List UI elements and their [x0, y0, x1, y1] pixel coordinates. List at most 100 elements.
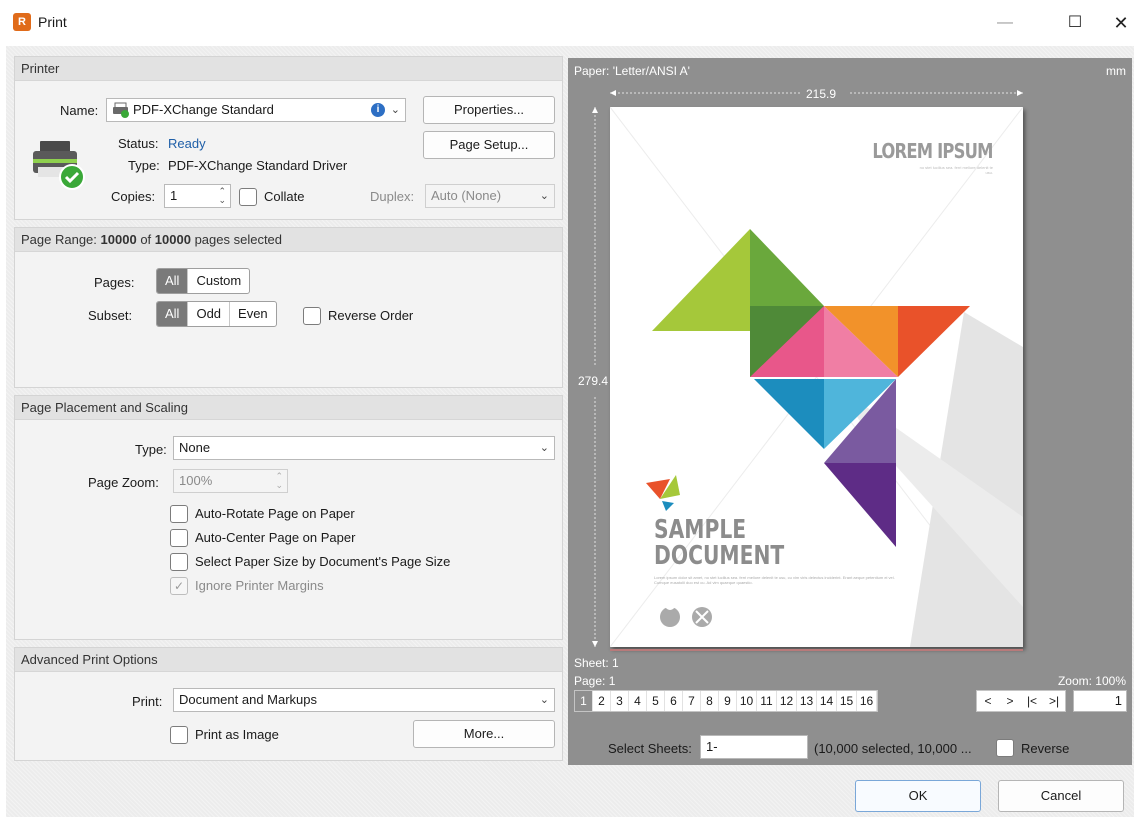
subset-segmented: All Odd Even	[156, 301, 277, 327]
reverse-sheets-label: Reverse	[1021, 741, 1070, 756]
sheet-tab[interactable]: 1	[575, 691, 593, 711]
next-sheet-button[interactable]: >	[999, 691, 1021, 711]
sheet-tab[interactable]: 15	[837, 691, 857, 711]
advanced-header: Advanced Print Options	[15, 648, 562, 672]
printer-name-value: PDF-XChange Standard	[133, 102, 274, 117]
printer-name-select[interactable]: PDF-XChange Standard i ⌄	[106, 98, 406, 122]
close-button[interactable]: ✕	[1098, 8, 1140, 38]
properties-button[interactable]: Properties...	[423, 96, 555, 124]
auto-center-checkbox[interactable]	[170, 529, 188, 547]
prev-sheet-button[interactable]: <	[977, 691, 999, 711]
select-sheets-input[interactable]: 1-	[700, 735, 808, 759]
app-icon: R	[13, 13, 31, 31]
sheet-tab[interactable]: 12	[777, 691, 797, 711]
first-sheet-button[interactable]: |<	[1021, 691, 1043, 711]
select-paper-size-label: Select Paper Size by Document's Page Siz…	[195, 554, 451, 569]
placement-type-value: None	[179, 440, 211, 455]
sheet-tab[interactable]: 5	[647, 691, 665, 711]
sheet-tab[interactable]: 11	[757, 691, 777, 711]
subset-odd-button[interactable]: Odd	[188, 302, 231, 326]
auto-rotate-label: Auto-Rotate Page on Paper	[195, 506, 355, 521]
paper-size-label: Paper: 'Letter/ANSI A'	[574, 64, 690, 78]
sheet-tab[interactable]: 10	[737, 691, 757, 711]
doc-body-text: Lorem ipsum dolor sit amet, no stet luci…	[654, 575, 895, 585]
printer-info-icon[interactable]: i	[371, 103, 385, 117]
print-as-image-label: Print as Image	[195, 727, 279, 742]
reverse-order-checkbox[interactable]	[303, 307, 321, 325]
print-as-image-checkbox[interactable]	[170, 726, 188, 744]
chevron-down-icon: ⌄	[390, 104, 400, 116]
more-button[interactable]: More...	[413, 720, 555, 748]
sheet-tab[interactable]: 4	[629, 691, 647, 711]
doc-header-title: LOREM IPSUM	[872, 139, 994, 163]
sheet-tab[interactable]: 8	[701, 691, 719, 711]
last-sheet-button[interactable]: >|	[1043, 691, 1065, 711]
spin-updown-icon[interactable]: ⌃ ⌄	[275, 472, 283, 490]
printer-icon	[33, 141, 85, 190]
printer-panel: Printer Name: PDF-XChange Standard i ⌄ P…	[14, 56, 563, 220]
duplex-value: Auto (None)	[431, 188, 502, 203]
select-sheets-value: 1-	[706, 739, 718, 754]
selected-sheets-info: (10,000 selected, 10,000 ...	[814, 741, 972, 756]
subset-label: Subset:	[88, 308, 133, 323]
title-bar: R Print — ☐ ✕	[0, 0, 1140, 46]
page-range-selected: 10000	[100, 232, 137, 247]
printer-name-label: Name:	[60, 103, 99, 118]
sheet-number-input[interactable]: 1	[1073, 690, 1127, 712]
sheet-tab[interactable]: 7	[683, 691, 701, 711]
doc-header-sub: no stet lucilius sea. ferri meliore dele…	[919, 165, 993, 175]
auto-rotate-checkbox[interactable]	[170, 505, 188, 523]
reverse-order-label: Reverse Order	[328, 308, 414, 323]
chevron-down-icon: ⌄	[539, 442, 549, 454]
sheet-thumbnails: 1 2 3 4 5 6 7 8 9 10 11 12 13 14 15 16	[574, 690, 878, 712]
sheet-tab[interactable]: 6	[665, 691, 683, 711]
select-paper-size-checkbox[interactable]	[170, 553, 188, 571]
collate-label: Collate	[264, 189, 305, 204]
maximize-button[interactable]: ☐	[1052, 8, 1098, 38]
type-label: Type:	[128, 158, 160, 173]
spin-updown-icon[interactable]: ⌃ ⌄	[218, 187, 226, 205]
subset-even-button[interactable]: Even	[230, 302, 276, 326]
zoom-info: Zoom: 100%	[1057, 674, 1126, 688]
auto-center-label: Auto-Center Page on Paper	[195, 530, 356, 545]
page-info: Page: 1	[574, 674, 616, 688]
printer-panel-header: Printer	[15, 57, 562, 81]
page-range-prefix: Page Range:	[21, 232, 97, 247]
reverse-sheets-checkbox[interactable]	[996, 739, 1014, 757]
collate-checkbox[interactable]	[239, 188, 257, 206]
sheet-tab[interactable]: 14	[817, 691, 837, 711]
print-content-select[interactable]: Document and Markups ⌄	[173, 688, 555, 712]
paper-preview: LOREM IPSUM no stet lucilius sea. ferri …	[610, 107, 1023, 647]
sheet-tab[interactable]: 2	[593, 691, 611, 711]
sheet-tab[interactable]: 3	[611, 691, 629, 711]
pages-label: Pages:	[94, 275, 135, 290]
copies-label: Copies:	[111, 189, 156, 204]
window-title: Print	[38, 14, 67, 30]
paper-shadow-line	[610, 649, 1023, 651]
chevron-down-icon: ⌄	[539, 190, 549, 202]
advanced-panel: Advanced Print Options Print: Document a…	[14, 647, 563, 761]
placement-panel: Page Placement and Scaling Type: None ⌄ …	[14, 395, 563, 640]
copies-value: 1	[170, 188, 178, 203]
print-dialog: Printer Name: PDF-XChange Standard i ⌄ P…	[6, 46, 1134, 817]
subset-all-button[interactable]: All	[157, 302, 189, 326]
page-zoom-stepper[interactable]: 100% ⌃ ⌄	[173, 469, 288, 493]
status-value: Ready	[168, 136, 206, 151]
sheet-tab[interactable]: 13	[797, 691, 817, 711]
doc-main-title-2: DOCUMENT	[654, 541, 785, 571]
pages-all-button[interactable]: All	[157, 269, 189, 293]
duplex-select[interactable]: Auto (None) ⌄	[425, 184, 555, 208]
sheet-tab[interactable]: 16	[857, 691, 877, 711]
ok-button[interactable]: OK	[855, 780, 981, 812]
copies-stepper[interactable]: 1 ⌃ ⌄	[164, 184, 231, 208]
ignore-margins-label: Ignore Printer Margins	[195, 578, 324, 593]
placement-type-select[interactable]: None ⌄	[173, 436, 555, 460]
pages-custom-button[interactable]: Custom	[188, 269, 249, 293]
sheet-tab[interactable]: 9	[719, 691, 737, 711]
ignore-margins-checkbox[interactable]: ✓	[170, 577, 188, 595]
page-setup-button[interactable]: Page Setup...	[423, 131, 555, 159]
doc-main-title-1: SAMPLE	[654, 515, 747, 545]
cancel-button[interactable]: Cancel	[998, 780, 1124, 812]
minimize-button[interactable]: —	[982, 8, 1028, 38]
sheet-number-value: 1	[1114, 693, 1122, 708]
